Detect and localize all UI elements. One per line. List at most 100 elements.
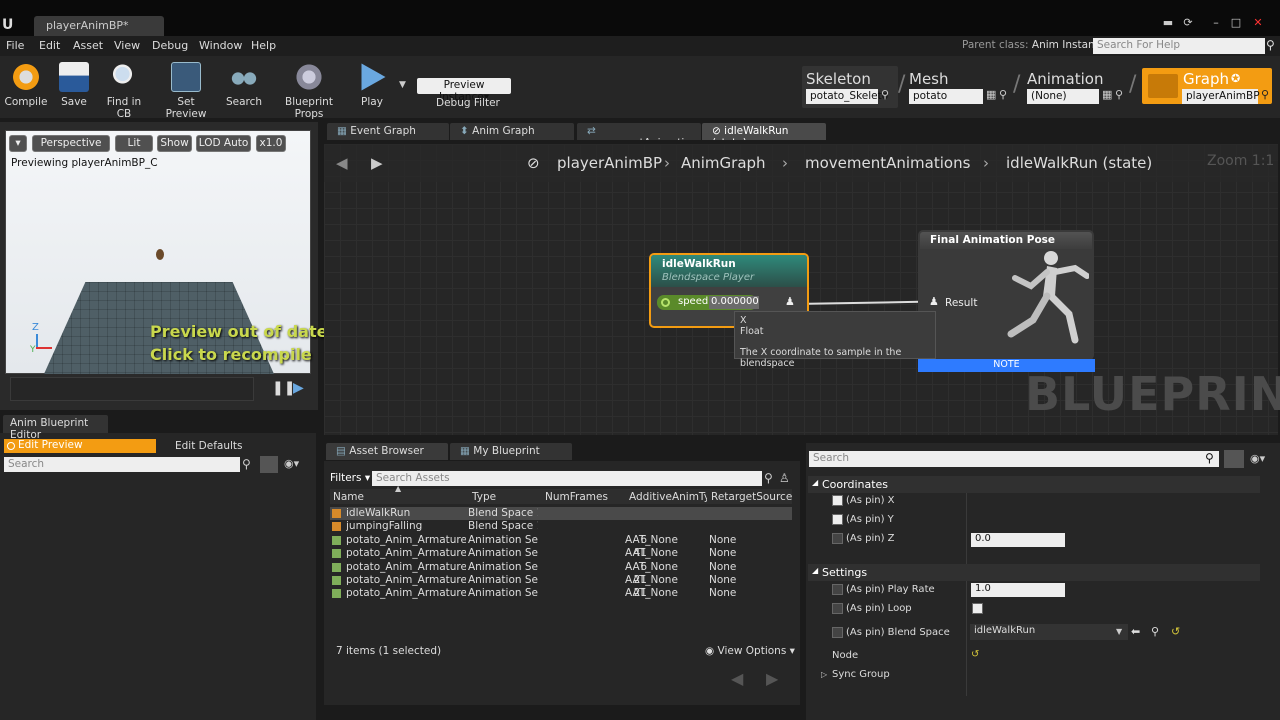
reset-arrow-icon[interactable]: ↺: [971, 649, 979, 660]
breadcrumb-movement[interactable]: movementAnimations: [805, 154, 970, 172]
timeline-scrubber[interactable]: [10, 377, 254, 401]
pose-input-pin-icon[interactable]: ♟: [929, 295, 939, 308]
use-selected-arrow-icon[interactable]: ⬅: [1131, 625, 1140, 638]
anim-blueprint-editor-tab[interactable]: Anim Blueprint Editor: [3, 415, 108, 441]
maximize-button[interactable]: □: [1228, 16, 1244, 30]
breadcrumb-animgraph[interactable]: AnimGraph: [681, 154, 766, 172]
as-pin-play-rate-checkbox[interactable]: [832, 584, 843, 595]
menu-debug[interactable]: Debug: [152, 39, 188, 52]
table-row[interactable]: potato_Anim_Armature_pcAnimation Sequ21A…: [330, 587, 792, 600]
play-options-chevron-icon[interactable]: ▼: [399, 80, 406, 90]
blueprint-props-button[interactable]: Blueprint Props: [271, 60, 347, 120]
set-preview-button[interactable]: Set Preview: [158, 60, 214, 120]
menu-file[interactable]: File: [6, 39, 24, 52]
search-icon[interactable]: ⚲: [1266, 38, 1280, 54]
compile-button[interactable]: Compile: [4, 60, 48, 114]
column-type[interactable]: Type: [472, 491, 496, 503]
source-control-icon[interactable]: ⟳: [1180, 16, 1196, 30]
menu-view[interactable]: View: [114, 39, 140, 52]
skeleton-field[interactable]: potato_Skeleto: [806, 89, 888, 104]
search-icon[interactable]: ⚲: [1205, 451, 1214, 465]
tab-my-blueprint[interactable]: ▦ My Blueprint: [450, 443, 572, 460]
lit-button[interactable]: Lit: [115, 135, 153, 152]
section-coordinates[interactable]: ◢ Coordinates: [808, 476, 1260, 493]
reset-arrow-icon[interactable]: ↺: [1171, 625, 1180, 638]
browse-icon[interactable]: ⚲: [999, 88, 1007, 101]
edit-defaults-tab[interactable]: Edit Defaults: [175, 440, 243, 452]
play-button[interactable]: Play: [354, 60, 390, 114]
column-numframes[interactable]: NumFrames: [545, 491, 608, 503]
filters-button[interactable]: Filters ▾: [330, 472, 370, 484]
table-row[interactable]: potato_Anim_Armature_pcAnimation Sequ6AA…: [330, 561, 792, 574]
animation-field[interactable]: (None): [1027, 89, 1099, 104]
tab-idle-walk-run[interactable]: ⊘ idleWalkRun (state): [702, 123, 826, 140]
search-icon[interactable]: ⚲: [764, 471, 773, 485]
as-pin-blend-space-checkbox[interactable]: [832, 627, 843, 638]
view-options-button[interactable]: ◉ View Options ▾: [705, 645, 795, 657]
mode-animation-label[interactable]: Animation: [1027, 70, 1103, 88]
browse-icon[interactable]: ⚲: [881, 88, 889, 101]
loop-checkbox[interactable]: [972, 603, 983, 614]
column-name[interactable]: Name: [333, 491, 364, 503]
eye-icon[interactable]: ◉▾: [1250, 452, 1265, 465]
search-icon[interactable]: ⚲: [242, 457, 251, 471]
play-rate-field[interactable]: 1.0: [971, 583, 1065, 597]
column-retarget[interactable]: RetargetSource: [711, 491, 792, 503]
browse-icon[interactable]: ⚲: [1151, 625, 1159, 638]
preview-instance-dropdown[interactable]: Preview Instance▾: [417, 78, 511, 103]
browse-icon[interactable]: ⚲: [1115, 88, 1123, 101]
pose-output-pin-icon[interactable]: ♟: [785, 295, 795, 308]
show-button[interactable]: Show: [157, 135, 192, 152]
lock-icon[interactable]: ♙: [779, 471, 790, 485]
find-in-cb-button[interactable]: Find in CB: [99, 60, 149, 120]
tab-asset-browser[interactable]: ▤ Asset Browser: [326, 443, 448, 460]
mesh-options-icon[interactable]: ▦: [986, 88, 996, 101]
playback-scale-button[interactable]: x1.0: [256, 135, 286, 152]
table-row[interactable]: potato_Anim_Armature_pcAnimation Sequ41A…: [330, 547, 792, 560]
menu-edit[interactable]: Edit: [39, 39, 60, 52]
breadcrumb-idle-walk-run[interactable]: idleWalkRun (state): [1006, 154, 1152, 172]
history-back-icon[interactable]: ◀: [731, 669, 743, 688]
notification-icon[interactable]: ▬: [1160, 16, 1176, 30]
pause-icon[interactable]: ❚❚: [272, 380, 295, 396]
as-pin-x-checkbox[interactable]: [832, 495, 843, 506]
preview-out-of-date[interactable]: Preview out of date Click to recompile: [150, 320, 327, 366]
menu-asset[interactable]: Asset: [73, 39, 103, 52]
back-arrow-icon[interactable]: ◀: [336, 154, 348, 172]
section-settings[interactable]: ◢ Settings: [808, 564, 1260, 581]
as-pin-z-checkbox[interactable]: [832, 533, 843, 544]
abe-search-input[interactable]: Search: [4, 457, 240, 472]
favorite-star-icon[interactable]: ✪: [1231, 72, 1240, 85]
expand-chevron-icon[interactable]: ▷: [821, 670, 827, 679]
asset-search-input[interactable]: Search Assets: [372, 471, 762, 486]
document-tab[interactable]: playerAnimBP*: [34, 16, 164, 36]
as-pin-loop-checkbox[interactable]: [832, 603, 843, 614]
save-button[interactable]: Save: [58, 60, 90, 114]
browse-icon[interactable]: ⚲: [1261, 88, 1269, 101]
step-forward-icon[interactable]: ▶: [293, 380, 304, 396]
close-button[interactable]: ✕: [1250, 16, 1266, 30]
table-row[interactable]: potato_Anim_Armature_pcAnimation Sequ6AA…: [330, 534, 792, 547]
minimize-button[interactable]: –: [1208, 16, 1224, 30]
lod-button[interactable]: LOD Auto: [196, 135, 251, 152]
view-toggle-icon[interactable]: [260, 456, 278, 473]
tab-event-graph[interactable]: ▦ Event Graph: [327, 123, 449, 140]
menu-window[interactable]: Window: [199, 39, 242, 52]
viewport-options-chevron-icon[interactable]: ▾: [9, 135, 27, 152]
table-row[interactable]: jumpingFalling Blend Space 1D: [330, 520, 792, 533]
search-button[interactable]: Search: [226, 60, 262, 114]
eye-icon[interactable]: ◉▾: [284, 457, 299, 470]
animation-options-icon[interactable]: ▦: [1102, 88, 1112, 101]
perspective-button[interactable]: Perspective: [32, 135, 110, 152]
graph-field[interactable]: playerAnimBP: [1182, 89, 1260, 104]
mode-mesh-label[interactable]: Mesh: [909, 70, 949, 88]
blend-space-dropdown[interactable]: idleWalkRun: [970, 624, 1128, 640]
mesh-field[interactable]: potato: [909, 89, 983, 104]
pin-connector-icon[interactable]: [661, 298, 670, 307]
forward-arrow-icon[interactable]: ▶: [371, 154, 383, 172]
table-row[interactable]: potato_Anim_Armature_pcAnimation Sequ21A…: [330, 574, 792, 587]
tab-movement-animations[interactable]: ⇄ movementAnimatic: [577, 123, 701, 140]
menu-help[interactable]: Help: [251, 39, 276, 52]
view-toggle-icon[interactable]: [1224, 450, 1244, 468]
history-forward-icon[interactable]: ▶: [766, 669, 778, 688]
